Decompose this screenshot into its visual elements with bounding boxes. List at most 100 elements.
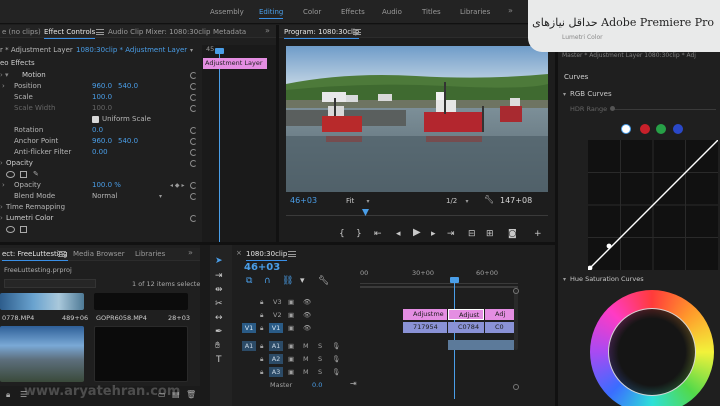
a3-label[interactable]: A3 [269, 367, 283, 377]
workspace-color[interactable]: Color [303, 6, 321, 19]
rect-mask-icon[interactable] [20, 171, 27, 178]
timeline-settings-icon[interactable]: 🔧︎ [318, 276, 329, 286]
scale-width-reset-icon[interactable] [190, 105, 197, 112]
v1-lock-icon[interactable]: 🔒︎ [260, 324, 263, 333]
v3-eye-icon[interactable]: 👁︎ [303, 298, 311, 306]
mini-adjustment-clip[interactable]: Adjustment Layer [203, 58, 267, 69]
video-clip-a[interactable]: 717954 [403, 322, 447, 333]
selection-tool-icon[interactable]: ➤ [215, 256, 223, 266]
time-remap-toggle-icon[interactable]: › [0, 202, 3, 213]
fx-badge-icon[interactable]: › [0, 70, 3, 81]
go-to-out-icon[interactable]: ⇥ [447, 229, 455, 239]
a2-mute[interactable]: M [303, 355, 309, 363]
position-reset-icon[interactable] [190, 83, 197, 90]
motion-toggle-icon[interactable]: ▾ [5, 70, 9, 81]
workspace-overflow-icon[interactable]: » [508, 6, 513, 15]
clip-thumbnail-4[interactable] [94, 326, 188, 382]
a1-mic-icon[interactable]: 🎙︎ [332, 342, 340, 350]
lumetri-master-line[interactable]: Master * Adjustment Layer 1080:30clip * … [562, 52, 718, 59]
work-area-bar[interactable] [360, 286, 518, 288]
dropdown-arrow-icon[interactable]: ▾ [190, 47, 193, 54]
project-search-input[interactable] [4, 279, 96, 288]
scale-reset-icon[interactable] [190, 94, 197, 101]
pen-tool-icon[interactable]: ✒ [215, 327, 223, 337]
a1-solo[interactable]: S [318, 342, 322, 350]
mark-out-icon[interactable]: } [356, 229, 362, 239]
add-button-icon[interactable]: + [534, 229, 542, 239]
a1-label[interactable]: A1 [269, 341, 283, 351]
a3-sync-icon[interactable]: ▣ [288, 368, 294, 376]
program-timecode-left[interactable]: 46+03 [290, 196, 317, 205]
a3-lock-icon[interactable]: 🔒︎ [260, 368, 263, 377]
wrench-icon[interactable]: 🔧︎ [484, 195, 494, 204]
v1-eye-icon[interactable]: 👁︎ [303, 324, 311, 332]
lock-icon[interactable]: 🔒︎ [6, 390, 10, 400]
clip-thumbnail-2[interactable] [94, 293, 188, 310]
position-x[interactable]: 960.0 [92, 81, 112, 92]
fit-select[interactable]: Fit ▾ [346, 197, 369, 205]
anchor-reset-icon[interactable] [190, 138, 197, 145]
timeline-vertical-scroll[interactable] [514, 290, 518, 350]
v1-source-patch[interactable]: V1 [242, 323, 256, 333]
snap-icon[interactable]: ∩ [264, 276, 271, 286]
hdr-range-knob[interactable] [610, 106, 615, 111]
project-menu-icon[interactable] [58, 251, 66, 257]
ripple-edit-icon[interactable]: ⇹ [215, 285, 223, 295]
workspace-titles[interactable]: Titles [422, 6, 441, 19]
audio-clip-a1[interactable] [448, 340, 514, 350]
timeline-scroll-bottom-knob[interactable] [513, 384, 519, 390]
tab-source[interactable]: e (no clips) [2, 26, 41, 39]
tab-audio-clip-mixer[interactable]: Audio Clip Mixer: 1080:30clip [108, 26, 210, 39]
position-stopwatch-icon[interactable]: › [2, 81, 5, 92]
curve-white-channel[interactable] [621, 124, 631, 134]
v3-label[interactable]: V3 [273, 298, 282, 306]
clip-name-1[interactable]: 0778.MP4 [2, 314, 34, 322]
a1-mute[interactable]: M [303, 342, 309, 350]
antiflicker-reset-icon[interactable] [190, 149, 197, 156]
timeline-timecode[interactable]: 46+03 [244, 262, 280, 273]
keyframe-nav-icon[interactable]: ◂ ◆ ▸ [170, 180, 184, 191]
a2-mic-icon[interactable]: 🎙︎ [332, 355, 340, 363]
tab-timeline-sequence[interactable]: 1080:30clip [246, 248, 288, 261]
type-tool-icon[interactable]: T [216, 355, 222, 365]
step-back-icon[interactable]: ◂ [396, 229, 401, 239]
tab-metadata[interactable]: Metadata [213, 26, 246, 39]
time-remap-row[interactable]: › Time Remapping [0, 202, 200, 213]
a3-mute[interactable]: M [303, 368, 309, 376]
mini-playhead-marker[interactable] [215, 48, 224, 54]
clip-thumbnail-3[interactable] [0, 326, 84, 382]
v2-lock-icon[interactable]: 🔒︎ [260, 311, 263, 320]
tab-libraries[interactable]: Libraries [135, 248, 165, 261]
motion-reset-icon[interactable] [190, 72, 197, 79]
anchor-y[interactable]: 540.0 [118, 136, 138, 147]
a2-label[interactable]: A2 [269, 354, 283, 364]
panel-menu-icon[interactable] [96, 29, 104, 35]
lumetri-reset-icon[interactable] [190, 215, 197, 222]
sequence-clip-label[interactable]: 1080:30clip * Adjustment Layer [76, 45, 187, 56]
hand-tool-icon[interactable]: ✋︎ [215, 341, 220, 351]
blend-reset-icon[interactable] [190, 193, 197, 200]
master-end-icon[interactable]: ⇥ [350, 379, 357, 388]
rotation-value[interactable]: 0.0 [92, 125, 103, 136]
v3-sync-icon[interactable]: ▣ [288, 298, 294, 306]
anchor-x[interactable]: 960.0 [92, 136, 112, 147]
lumetri-row[interactable]: › Lumetri Color [0, 213, 200, 224]
nest-icon[interactable]: ⧉ [246, 276, 252, 286]
curve-green-channel[interactable] [656, 124, 666, 134]
program-menu-icon[interactable] [353, 29, 361, 35]
lift-icon[interactable]: ⊟ [468, 229, 476, 239]
a1-source-patch[interactable]: A1 [242, 341, 256, 351]
opacity-stopwatch-icon[interactable]: › [2, 180, 5, 191]
divider-project-tools[interactable] [200, 245, 210, 406]
a2-sync-icon[interactable]: ▣ [288, 355, 294, 363]
workspace-effects[interactable]: Effects [341, 6, 365, 19]
linked-selection-icon[interactable]: ⛓︎ [282, 276, 293, 286]
clip-name-2[interactable]: GOPR6058.MP4 [96, 314, 147, 322]
extract-icon[interactable]: ⊞ [486, 229, 494, 239]
step-forward-icon[interactable]: ▸ [431, 229, 436, 239]
play-icon[interactable]: ▶ [413, 228, 421, 238]
tabs-overflow-icon[interactable]: » [265, 26, 270, 35]
resolution-select[interactable]: 1/2 ▾ [446, 197, 469, 205]
a2-solo[interactable]: S [318, 355, 322, 363]
a3-solo[interactable]: S [318, 368, 322, 376]
